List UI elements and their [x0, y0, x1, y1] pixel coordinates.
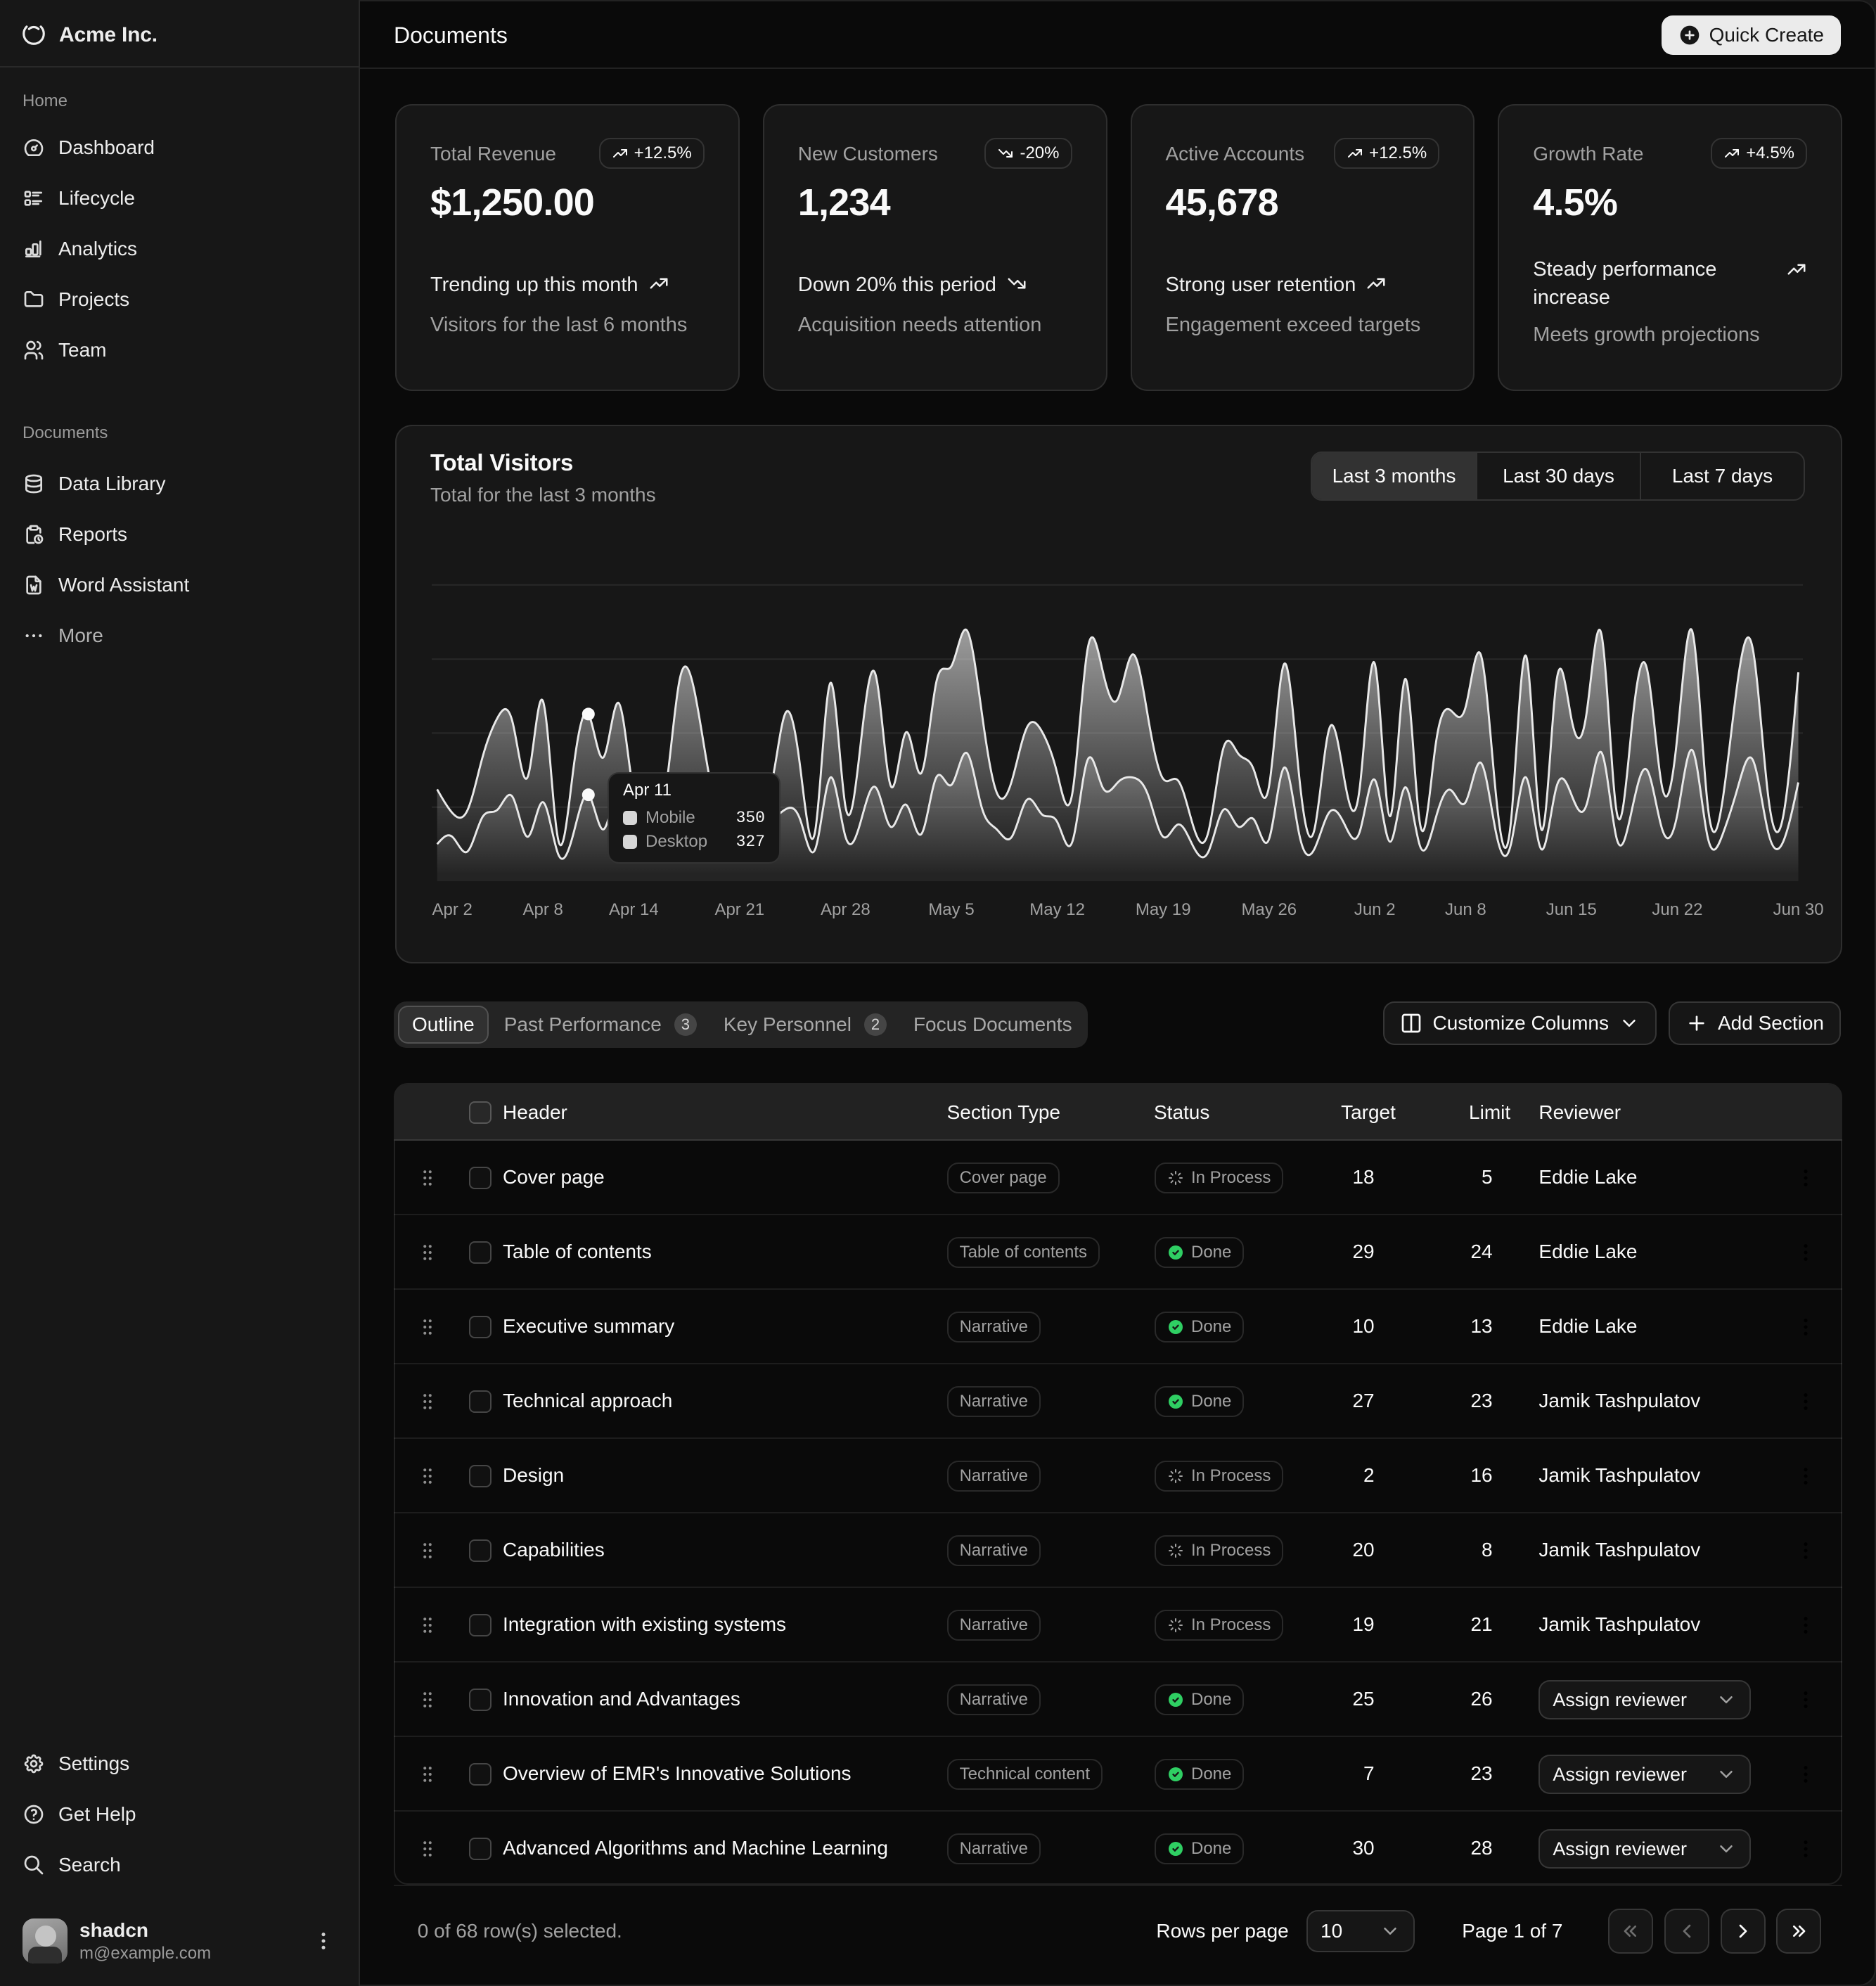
svg-text:Jun 30: Jun 30: [1773, 900, 1824, 919]
svg-text:May 5: May 5: [928, 900, 974, 919]
svg-text:Jun 22: Jun 22: [1652, 900, 1702, 919]
svg-text:May 19: May 19: [1136, 900, 1191, 919]
svg-text:Apr 14: Apr 14: [609, 900, 659, 919]
svg-text:Apr 21: Apr 21: [714, 900, 764, 919]
svg-text:Jun 8: Jun 8: [1445, 900, 1486, 919]
svg-text:May 12: May 12: [1029, 900, 1085, 919]
svg-text:Jun 2: Jun 2: [1354, 900, 1396, 919]
svg-text:Apr 2: Apr 2: [432, 900, 473, 919]
svg-text:Jun 15: Jun 15: [1546, 900, 1597, 919]
svg-text:Apr 8: Apr 8: [523, 900, 563, 919]
svg-text:May 26: May 26: [1241, 900, 1297, 919]
svg-text:Apr 28: Apr 28: [821, 900, 870, 919]
